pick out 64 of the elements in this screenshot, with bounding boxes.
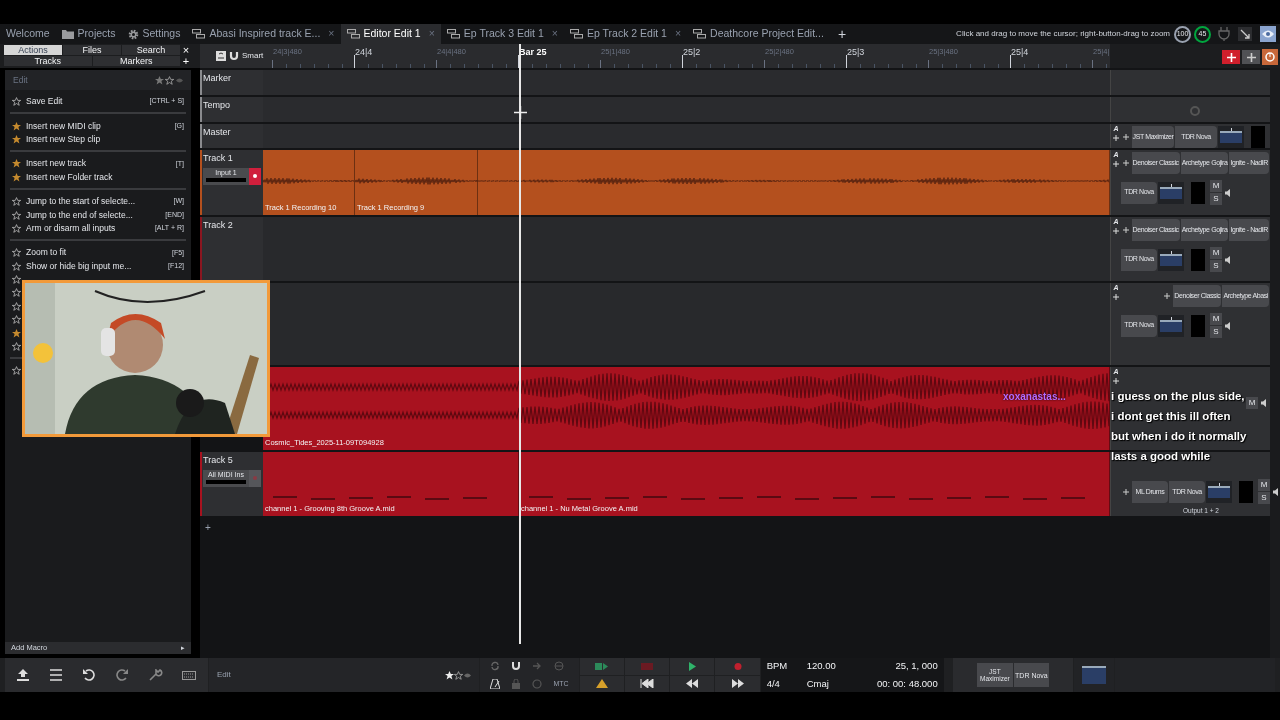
close-icon[interactable]: × bbox=[328, 26, 335, 42]
tab[interactable]: Abasi Inspired track E... × bbox=[186, 24, 341, 44]
tab[interactable]: Deathcore Project Edit... bbox=[687, 24, 830, 44]
ruler-label: 25|4 bbox=[1011, 46, 1029, 59]
action-item[interactable]: Insert new Step clip bbox=[26, 133, 184, 146]
add-track-button[interactable]: + bbox=[200, 518, 1270, 535]
browser-tab[interactable]: Markers bbox=[92, 56, 180, 66]
track-name: Marker bbox=[203, 72, 231, 85]
track-name: Master bbox=[203, 126, 231, 139]
close-icon[interactable]: × bbox=[551, 26, 558, 42]
mute-button[interactable]: M bbox=[1258, 479, 1270, 492]
new-tab-button[interactable]: + bbox=[829, 23, 855, 45]
action-item[interactable]: Jump to the end of selecte... bbox=[26, 208, 161, 222]
time-signature[interactable]: 4/4 bbox=[766, 677, 807, 692]
browser-tab[interactable]: Actions bbox=[4, 45, 62, 55]
tab[interactable]: Projects bbox=[55, 24, 122, 44]
action-item[interactable]: Arm or disarm all inputs bbox=[26, 222, 150, 235]
browser-tab[interactable]: Files bbox=[63, 45, 121, 55]
solo-button[interactable]: S bbox=[1210, 326, 1222, 338]
action-item[interactable]: Jump to the start of selecte... bbox=[26, 195, 169, 208]
browser-tab[interactable]: Tracks bbox=[4, 56, 92, 66]
tempo-value[interactable]: 120.00 bbox=[806, 658, 843, 673]
action-item[interactable]: Zoom to fit bbox=[26, 246, 167, 260]
tab[interactable]: Welcome bbox=[0, 24, 56, 44]
action-item[interactable]: Insert new Folder track bbox=[26, 170, 184, 184]
position-display[interactable]: 25, 1, 000 bbox=[842, 658, 938, 673]
track-header[interactable]: Tempo bbox=[200, 97, 263, 122]
add-button[interactable]: + bbox=[181, 56, 191, 66]
track-name: Track 2 bbox=[203, 219, 233, 232]
solo-button[interactable]: S bbox=[1210, 260, 1222, 272]
track-header[interactable]: Master bbox=[200, 124, 263, 148]
tab[interactable]: Editor Edit 1 × bbox=[340, 24, 441, 44]
track-header[interactable]: Marker bbox=[200, 70, 263, 95]
track-name: Track 5 bbox=[203, 454, 234, 467]
section-title: Edit bbox=[13, 73, 29, 87]
browser-tab[interactable]: Search bbox=[122, 45, 180, 55]
close-button[interactable]: × bbox=[181, 45, 191, 55]
action-item[interactable]: Save Edit bbox=[26, 95, 145, 109]
ruler-label: 25|3 bbox=[847, 46, 865, 59]
ruler-label: 24|4 bbox=[355, 46, 373, 59]
snap-mode-label[interactable]: Smart bbox=[242, 50, 264, 62]
tab[interactable]: Ep Track 2 Edit 1 × bbox=[563, 24, 688, 44]
mute-button[interactable]: M bbox=[1246, 397, 1258, 409]
ruler-label: 25|2 bbox=[683, 46, 701, 59]
track-header[interactable]: Track 2 bbox=[200, 217, 263, 281]
close-icon[interactable]: × bbox=[674, 26, 682, 42]
mute-button[interactable]: M bbox=[1210, 247, 1222, 259]
action-item[interactable]: Insert new MIDI clip bbox=[26, 119, 170, 133]
solo-button[interactable]: S bbox=[1210, 193, 1222, 205]
track-name: Tempo bbox=[203, 99, 230, 112]
time-display[interactable]: 00: 00: 48.000 bbox=[842, 677, 938, 692]
action-item[interactable]: Show or hide big input me... bbox=[26, 259, 164, 273]
tab[interactable]: Settings bbox=[121, 24, 187, 44]
tab[interactable]: Ep Track 3 Edit 1 × bbox=[440, 24, 564, 44]
solo-button[interactable]: S bbox=[1258, 492, 1270, 505]
chat-message: i guess on the plus side, i dont get this ill often but when i do it normally lasts a good while bbox=[1111, 389, 1248, 464]
key-display[interactable]: Cmaj bbox=[806, 677, 843, 692]
action-item[interactable]: Insert new track bbox=[26, 157, 171, 171]
bpm-label: BPM bbox=[766, 658, 789, 673]
chat-username: xoxanastas... bbox=[1003, 390, 1066, 404]
mute-button[interactable]: M bbox=[1210, 313, 1222, 325]
track-name: Track 1 bbox=[203, 152, 234, 165]
mute-button[interactable]: M bbox=[1210, 180, 1222, 192]
status-hint: Click and drag to move the cursor; right-button-drag to zoom bbox=[956, 28, 1170, 40]
